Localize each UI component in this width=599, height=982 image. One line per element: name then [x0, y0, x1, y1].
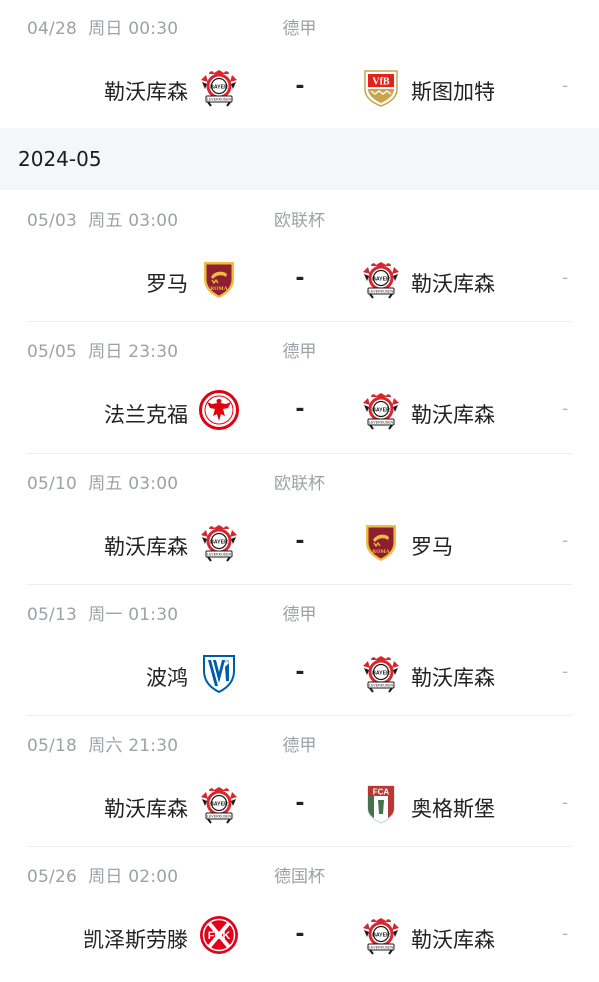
match-result-placeholder: -	[562, 76, 569, 96]
score-dash: -	[295, 922, 305, 947]
svg-text:BAYER: BAYER	[372, 670, 390, 676]
match-result-placeholder: -	[562, 399, 569, 419]
row-divider	[27, 321, 572, 322]
score-dash: -	[295, 266, 305, 291]
roma-crest-icon: ROMA	[199, 259, 239, 299]
competition-label: 德国杯	[274, 867, 325, 887]
score-dash: -	[295, 660, 305, 685]
competition-label: 德甲	[282, 605, 317, 625]
score-dash: -	[295, 529, 305, 554]
away-team-name: 斯图加特	[411, 80, 495, 104]
stuttgart-crest-icon: VfB	[361, 67, 401, 107]
away-team-name: 罗马	[411, 535, 453, 559]
match-result-placeholder: -	[562, 268, 569, 288]
kaiserslautern-crest-icon: FCK	[199, 915, 239, 955]
leverkusen-crest-icon: BAYER LEVERKUSEN	[199, 784, 239, 824]
svg-text:FCA: FCA	[373, 788, 390, 797]
score-dash: -	[295, 397, 305, 422]
svg-text:BAYER: BAYER	[372, 407, 390, 413]
away-team-name: 勒沃库森	[411, 666, 495, 690]
svg-text:BAYER: BAYER	[210, 801, 228, 807]
svg-text:ROMA: ROMA	[372, 549, 389, 555]
augsburg-crest-icon: FCA	[361, 784, 401, 824]
svg-text:BAYER: BAYER	[210, 84, 228, 90]
svg-text:LEVERKUSEN: LEVERKUSEN	[369, 290, 394, 294]
svg-text:LEVERKUSEN: LEVERKUSEN	[369, 946, 394, 950]
svg-text:VfB: VfB	[372, 77, 390, 88]
match-row[interactable]: 05/18 周六 21:30 德甲 勒沃库森 BAYER LEVERKUSEN …	[0, 717, 599, 848]
month-header: 2024-05	[0, 128, 599, 190]
home-team-name: 勒沃库森	[104, 797, 188, 821]
bochum-crest-icon: VfL	[199, 653, 239, 693]
home-team-name: 法兰克福	[104, 403, 188, 427]
match-result-placeholder: -	[562, 662, 569, 682]
competition-label: 德甲	[282, 342, 317, 362]
svg-text:LEVERKUSEN: LEVERKUSEN	[207, 553, 232, 557]
row-divider	[27, 715, 572, 716]
svg-text:BAYER: BAYER	[210, 539, 228, 545]
leverkusen-crest-icon: BAYER LEVERKUSEN	[361, 653, 401, 693]
leverkusen-crest-icon: BAYER LEVERKUSEN	[361, 915, 401, 955]
match-row[interactable]: 05/05 周日 23:30 德甲 法兰克福 - BAYER LEVERKUSE…	[0, 323, 599, 454]
frankfurt-crest-icon	[199, 390, 239, 430]
away-team-name: 勒沃库森	[411, 403, 495, 427]
score-dash: -	[295, 74, 305, 99]
svg-text:BAYER: BAYER	[372, 932, 390, 938]
competition-label: 德甲	[282, 736, 317, 756]
row-divider	[27, 846, 572, 847]
match-row[interactable]: 05/10 周五 03:00 欧联杯 勒沃库森 BAYER LEVERKUSEN…	[0, 455, 599, 586]
competition-label: 欧联杯	[274, 211, 325, 231]
away-team-name: 奥格斯堡	[411, 797, 495, 821]
svg-text:BAYER: BAYER	[372, 276, 390, 282]
match-result-placeholder: -	[562, 531, 569, 551]
leverkusen-crest-icon: BAYER LEVERKUSEN	[199, 522, 239, 562]
match-result-placeholder: -	[562, 924, 569, 944]
month-header-label: 2024-05	[18, 147, 102, 171]
row-divider	[27, 453, 572, 454]
row-divider	[27, 584, 572, 585]
home-team-name: 勒沃库森	[104, 80, 188, 104]
svg-text:ROMA: ROMA	[210, 286, 227, 292]
competition-label: 欧联杯	[274, 474, 325, 494]
match-result-placeholder: -	[562, 793, 569, 813]
svg-text:VfL: VfL	[224, 659, 231, 664]
match-row[interactable]: 04/28 周日 00:30 德甲 勒沃库森 BAYER LEVERKUSEN …	[0, 0, 599, 128]
svg-text:LEVERKUSEN: LEVERKUSEN	[369, 421, 394, 425]
home-team-name: 罗马	[146, 272, 188, 296]
leverkusen-crest-icon: BAYER LEVERKUSEN	[361, 259, 401, 299]
leverkusen-crest-icon: BAYER LEVERKUSEN	[361, 390, 401, 430]
away-team-name: 勒沃库森	[411, 272, 495, 296]
match-row[interactable]: 05/03 周五 03:00 欧联杯 罗马 ROMA - BAYER LEVER…	[0, 192, 599, 323]
svg-text:LEVERKUSEN: LEVERKUSEN	[369, 684, 394, 688]
match-row[interactable]: 05/13 周一 01:30 德甲 波鸿 VfL - BAYER LEVERKU…	[0, 586, 599, 717]
score-dash: -	[295, 791, 305, 816]
away-team-name: 勒沃库森	[411, 928, 495, 952]
match-row[interactable]: 05/26 周日 02:00 德国杯 凯泽斯劳滕 FCK - BAYER LEV…	[0, 848, 599, 982]
home-team-name: 波鸿	[146, 666, 188, 690]
svg-text:LEVERKUSEN: LEVERKUSEN	[207, 98, 232, 102]
competition-label: 德甲	[282, 19, 317, 39]
svg-text:LEVERKUSEN: LEVERKUSEN	[207, 815, 232, 819]
roma-crest-icon: ROMA	[361, 522, 401, 562]
home-team-name: 凯泽斯劳滕	[83, 928, 188, 952]
home-team-name: 勒沃库森	[104, 535, 188, 559]
leverkusen-crest-icon: BAYER LEVERKUSEN	[199, 67, 239, 107]
svg-text:FCK: FCK	[208, 930, 231, 942]
